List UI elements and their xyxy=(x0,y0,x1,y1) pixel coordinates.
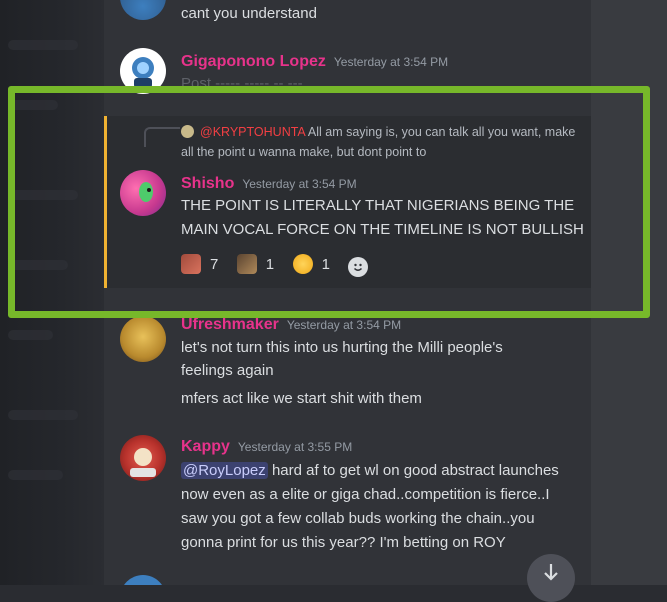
highlight-frame-annotation xyxy=(8,86,650,318)
message-line: feelings again xyxy=(181,362,274,379)
timestamp: Yesterday at 3:55 PM xyxy=(237,440,353,454)
message-line: mfers act like we start shit with them xyxy=(181,390,422,407)
message-text: cant you understand xyxy=(181,5,317,22)
message-line: gonna print for us this year?? I'm betti… xyxy=(181,534,506,551)
author-name[interactable]: Kappy Yesterday at 3:55 PM xyxy=(181,438,352,456)
avatar[interactable] xyxy=(120,435,166,481)
message-line: let's not turn this into us hurting the … xyxy=(181,339,503,356)
user-mention[interactable]: @RoyLopez xyxy=(181,462,268,479)
message-line: @RoyLopez hard af to get wl on good abst… xyxy=(181,462,559,479)
timestamp: Yesterday at 3:54 PM xyxy=(333,55,449,69)
avatar[interactable] xyxy=(120,316,166,362)
jump-to-bottom-button[interactable] xyxy=(527,554,575,602)
avatar[interactable] xyxy=(120,0,166,20)
timestamp: Yesterday at 3:54 PM xyxy=(286,318,402,332)
message-line: now even as a elite or giga chad..compet… xyxy=(181,486,550,503)
message-line: saw you got a few collab buds working th… xyxy=(181,510,535,527)
avatar[interactable] xyxy=(120,575,166,585)
author-name[interactable]: Gigaponono Lopez Yesterday at 3:54 PM xyxy=(181,53,448,71)
arrow-down-icon xyxy=(544,564,558,581)
author-name[interactable]: Ufreshmaker Yesterday at 3:54 PM xyxy=(181,316,401,334)
